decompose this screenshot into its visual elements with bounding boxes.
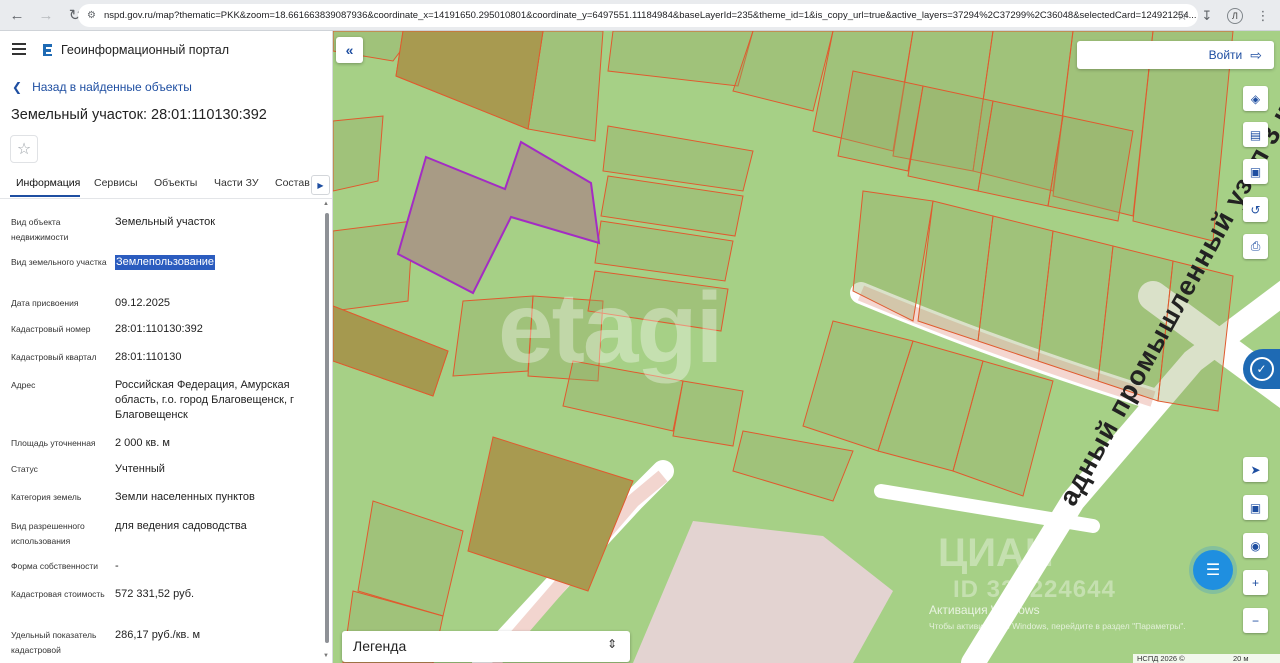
- info-label: Статус: [11, 464, 38, 474]
- info-label: Категория земель: [11, 492, 82, 502]
- geolocation-icon[interactable]: ➤: [1243, 457, 1268, 482]
- zoom-out-icon[interactable]: −: [1243, 608, 1268, 633]
- browser-menu-icon[interactable]: ⋮: [1252, 5, 1274, 27]
- info-label: Удельный показатель кадастровой: [11, 630, 97, 655]
- scroll-down-icon[interactable]: ▼: [323, 653, 329, 659]
- browser-toolbar: ← → ↻ ⚙ nspd.gov.ru/map?thematic=PKK&zoo…: [0, 0, 1280, 31]
- etagi-watermark: etagi: [498, 272, 723, 384]
- url-text: nspd.gov.ru/map?thematic=PKK&zoom=18.661…: [104, 10, 1197, 21]
- back-to-results-link[interactable]: ❮ Назад в найденные объекты: [12, 80, 192, 94]
- info-label: Вид земельного участка: [11, 257, 107, 267]
- address-bar[interactable]: ⚙ nspd.gov.ru/map?thematic=PKK&zoom=18.6…: [78, 4, 1198, 27]
- browser-actions: ↧ Л ⋮: [1196, 0, 1280, 31]
- info-label: Кадастровая стоимость: [11, 589, 105, 599]
- print-icon[interactable]: ⎙: [1243, 234, 1268, 259]
- hamburger-menu-icon[interactable]: [12, 43, 26, 55]
- panel-header: Геоинформационный портал: [0, 31, 332, 69]
- profile-avatar[interactable]: Л: [1224, 5, 1246, 27]
- parcel-olive[interactable]: [467, 436, 634, 592]
- info-label: Вид объекта недвижимости: [11, 217, 69, 242]
- info-label: Площадь уточненная: [11, 438, 96, 448]
- parcel-olive[interactable]: [333, 305, 449, 397]
- object-info-panel: Геоинформационный портал ❮ Назад в найде…: [0, 31, 333, 663]
- info-value: 28:01:110130:392: [115, 323, 203, 335]
- active-tab-indicator: [10, 195, 80, 197]
- portal-title: Геоинформационный портал: [61, 43, 230, 57]
- locate-me-icon[interactable]: ◉: [1243, 533, 1268, 558]
- login-button[interactable]: Войти ⇨: [1077, 41, 1274, 69]
- tab-information[interactable]: Информация: [16, 177, 80, 189]
- favorite-star-icon[interactable]: ☆: [10, 135, 38, 163]
- back-arrow-icon[interactable]: ←: [5, 3, 29, 27]
- scroll-up-icon[interactable]: ▲: [323, 201, 329, 207]
- service-badge-icon: ✓: [1249, 357, 1274, 381]
- parcel-olive[interactable]: [395, 31, 544, 130]
- scale-source: НСПД 2026 ©: [1137, 654, 1185, 663]
- tab-parcel-parts[interactable]: Части ЗУ: [214, 177, 259, 189]
- zone-polygon: [633, 521, 893, 663]
- cadastral-map[interactable]: etagi ЦИАН ID 327224644 адный промышленн…: [333, 31, 1280, 663]
- share-icon[interactable]: ↺: [1243, 197, 1268, 222]
- page-title: Земельный участок: 28:01:110130:392: [11, 107, 267, 123]
- tab-objects[interactable]: Объекты: [154, 177, 197, 189]
- windows-activation-hint: Чтобы активировать Windows, перейдите в …: [929, 621, 1186, 631]
- info-value: Землепользование: [115, 255, 216, 270]
- login-icon: ⇨: [1250, 46, 1262, 63]
- info-value: 286,17 руб./кв. м: [115, 629, 201, 641]
- panel-scrollbar[interactable]: ▲ ▼: [323, 201, 331, 661]
- site-info-icon[interactable]: ⚙: [87, 10, 98, 21]
- chevron-updown-icon: ⇕: [606, 637, 617, 651]
- minimap-icon[interactable]: ▣: [1243, 495, 1268, 520]
- portal-logo-icon: [43, 44, 52, 56]
- tabs-scroll-right-icon[interactable]: ▶: [311, 175, 330, 195]
- tab-composition[interactable]: Состав: [275, 177, 310, 189]
- ruler-icon[interactable]: ▤: [1243, 122, 1268, 147]
- info-label: Кадастровый номер: [11, 324, 91, 334]
- info-value: 2 000 кв. м: [115, 437, 170, 449]
- info-label: Форма собственности: [11, 561, 98, 571]
- cian-watermark: ЦИАН: [938, 531, 1054, 575]
- chat-bubble-icon[interactable]: ☰: [1193, 550, 1233, 590]
- chevron-left-icon: ❮: [12, 80, 23, 94]
- info-value: Учтенный: [115, 463, 165, 475]
- info-label: Дата присвоения: [11, 298, 79, 308]
- zoom-in-icon[interactable]: +: [1243, 570, 1268, 595]
- info-value: для ведения садоводства: [115, 520, 247, 532]
- bookmark-star-icon[interactable]: ☆: [1176, 8, 1188, 24]
- area-select-icon[interactable]: ▣: [1243, 159, 1268, 184]
- scale-value: 20 м: [1233, 654, 1249, 663]
- selected-text[interactable]: Землепользование: [115, 255, 216, 270]
- legend-label: Легенда: [353, 638, 407, 654]
- info-value: 572 331,52 руб.: [115, 588, 195, 600]
- info-value: 09.12.2025: [115, 297, 171, 309]
- info-value: -: [115, 560, 119, 572]
- tab-services[interactable]: Сервисы: [94, 177, 138, 189]
- profile-initial: Л: [1227, 7, 1243, 24]
- layers-icon[interactable]: ◈: [1243, 86, 1268, 111]
- login-label: Войти: [1208, 48, 1243, 62]
- info-label: Кадастровый квартал: [11, 352, 97, 362]
- scroll-thumb[interactable]: [325, 213, 329, 643]
- cian-id-watermark: ID 327224644: [953, 576, 1116, 603]
- service-badge-button[interactable]: ✓: [1243, 349, 1280, 389]
- info-value: 28:01:110130: [115, 351, 182, 363]
- info-label: Адрес: [11, 380, 36, 390]
- windows-activation-notice: Активация Windows: [929, 603, 1040, 617]
- back-link-label: Назад в найденные объекты: [32, 80, 192, 94]
- collapse-panel-button[interactable]: «: [336, 37, 363, 63]
- info-value: Земли населенных пунктов: [115, 491, 255, 503]
- map-scale: НСПД 2026 © 20 м: [1133, 654, 1280, 663]
- legend-dropdown[interactable]: Легенда ⇕: [342, 631, 630, 662]
- info-label: Вид разрешенного использования: [11, 521, 85, 546]
- info-value: Земельный участок: [115, 216, 216, 228]
- download-icon[interactable]: ↧: [1196, 5, 1218, 27]
- info-value: Российская Федерация, Амурская область, …: [115, 379, 295, 421]
- forward-arrow-icon[interactable]: →: [34, 3, 58, 27]
